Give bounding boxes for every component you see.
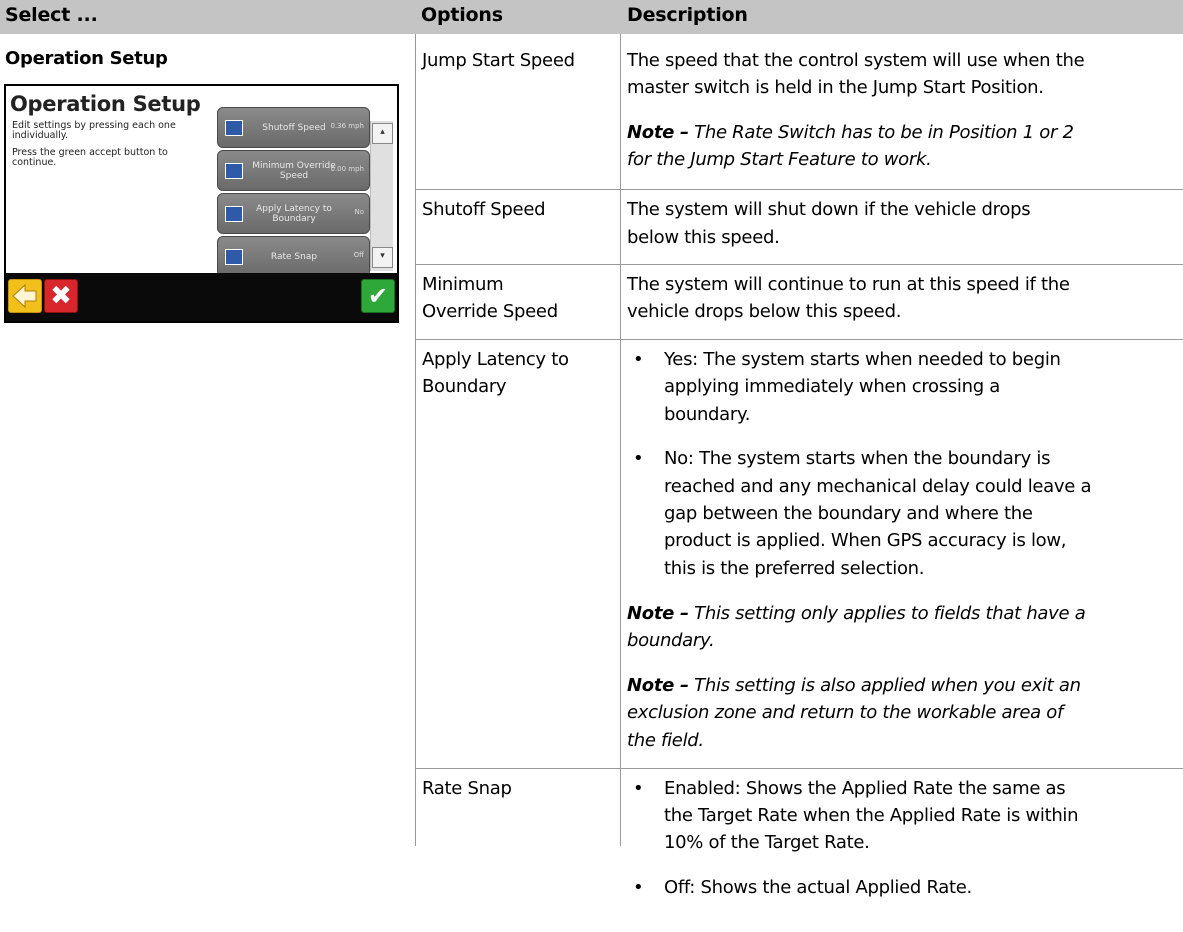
- note-line: the field.: [627, 730, 704, 751]
- device-title: Operation Setup: [10, 92, 201, 116]
- minimum-override-speed-button[interactable]: Minimum Override Speed 0.00 mph: [217, 150, 370, 191]
- option-minimum-override-speed: Minimum: [422, 274, 504, 295]
- table-header: Select ... Options Description: [0, 0, 1183, 34]
- bullet-line: boundary.: [664, 404, 751, 425]
- device-instruction-line: individually.: [12, 130, 69, 141]
- device-bottom-bar: ✖ ✔: [6, 273, 397, 321]
- column-divider: [620, 34, 621, 846]
- button-value: 0.36 mph: [330, 122, 364, 130]
- note-label: Note –: [627, 675, 689, 696]
- row-divider: [415, 339, 1183, 340]
- device-screenshot: Operation Setup Edit settings by pressin…: [4, 84, 399, 323]
- note-line: for the Jump Start Feature to work.: [627, 149, 932, 170]
- bullet-line: product is applied. When GPS accuracy is…: [664, 530, 1067, 551]
- bullet-line: applying immediately when crossing a: [664, 376, 1000, 397]
- header-description: Description: [627, 4, 748, 26]
- button-label: Shutoff Speed: [262, 122, 326, 133]
- note-line: exclusion zone and return to the workabl…: [627, 702, 1064, 723]
- option-shutoff-speed: Shutoff Speed: [422, 199, 546, 220]
- button-label: Rate Snap: [270, 251, 318, 262]
- row-divider: [415, 264, 1183, 265]
- bullet-line: Off: Shows the actual Applied Rate.: [664, 877, 972, 898]
- button-label: Apply Latency to Boundary: [256, 203, 332, 224]
- bullet-line: gap between the boundary and where the: [664, 503, 1033, 524]
- note-line: Note – This setting only applies to fiel…: [627, 600, 1086, 628]
- document-page: Select ... Options Description Operation…: [0, 0, 1183, 932]
- description-line: The speed that the control system will u…: [627, 50, 1085, 71]
- button-value: 0.00 mph: [330, 165, 364, 173]
- bullet: •: [633, 448, 644, 469]
- device-instruction-line: continue.: [12, 157, 57, 168]
- note-label: Note –: [627, 122, 689, 143]
- apply-latency-button[interactable]: Apply Latency to Boundary No: [217, 193, 370, 234]
- note-text: The Rate Switch has to be in Position 1 …: [694, 122, 1074, 143]
- option-rate-snap: Rate Snap: [422, 778, 512, 799]
- bullet-line: 10% of the Target Rate.: [664, 832, 870, 853]
- option-apply-latency: Boundary: [422, 376, 507, 397]
- note-text: This setting only applies to fields that…: [694, 603, 1086, 624]
- description-line: The system will shut down if the vehicle…: [627, 199, 1031, 220]
- bullet: •: [633, 877, 644, 898]
- setting-icon: [225, 163, 243, 179]
- bullet-line: Enabled: Shows the Applied Rate the same…: [664, 778, 1066, 799]
- note-label: Note –: [627, 603, 689, 624]
- bullet-line: reached and any mechanical delay could l…: [664, 476, 1092, 497]
- header-options: Options: [421, 4, 503, 26]
- button-value: No: [354, 208, 364, 216]
- bullet-line: the Target Rate when the Applied Rate is…: [664, 805, 1079, 826]
- bullet: •: [633, 349, 644, 370]
- button-value: Off: [353, 251, 364, 259]
- setting-icon: [225, 206, 243, 222]
- column-divider: [415, 34, 416, 846]
- description-line: The system will continue to run at this …: [627, 274, 1070, 295]
- bullet-line: No: The system starts when the boundary …: [664, 448, 1051, 469]
- description-line: below this speed.: [627, 227, 780, 248]
- rate-snap-button[interactable]: Rate Snap Off: [217, 236, 370, 277]
- setting-icon: [225, 120, 243, 136]
- bullet: •: [633, 778, 644, 799]
- back-arrow-icon: [12, 283, 37, 309]
- scroll-down-button[interactable]: ▾: [372, 247, 393, 268]
- device-scrollbar[interactable]: ▴ ▾: [370, 121, 393, 271]
- row-divider: [415, 768, 1183, 769]
- note-line: boundary.: [627, 630, 715, 651]
- scroll-up-button[interactable]: ▴: [372, 123, 393, 144]
- setting-icon: [225, 249, 243, 265]
- section-title: Operation Setup: [5, 48, 168, 69]
- note-line: Note – This setting is also applied when…: [627, 672, 1081, 700]
- option-minimum-override-speed: Override Speed: [422, 301, 558, 322]
- cancel-button[interactable]: ✖: [44, 279, 78, 313]
- button-label: Minimum Override Speed: [252, 160, 336, 181]
- header-select: Select ...: [5, 4, 98, 26]
- description-line: master switch is held in the Jump Start …: [627, 77, 1044, 98]
- bullet-line: Yes: The system starts when needed to be…: [664, 349, 1061, 370]
- row-divider: [415, 189, 1183, 190]
- bullet-line: this is the preferred selection.: [664, 558, 925, 579]
- note-line: Note – The Rate Switch has to be in Posi…: [627, 119, 1074, 147]
- description-line: vehicle drops below this speed.: [627, 301, 902, 322]
- note-text: This setting is also applied when you ex…: [694, 675, 1081, 696]
- option-apply-latency: Apply Latency to: [422, 349, 569, 370]
- back-button[interactable]: [8, 279, 42, 313]
- shutoff-speed-button[interactable]: Shutoff Speed 0.36 mph: [217, 107, 370, 148]
- accept-button[interactable]: ✔: [361, 279, 395, 313]
- option-jump-start-speed: Jump Start Speed: [422, 50, 575, 71]
